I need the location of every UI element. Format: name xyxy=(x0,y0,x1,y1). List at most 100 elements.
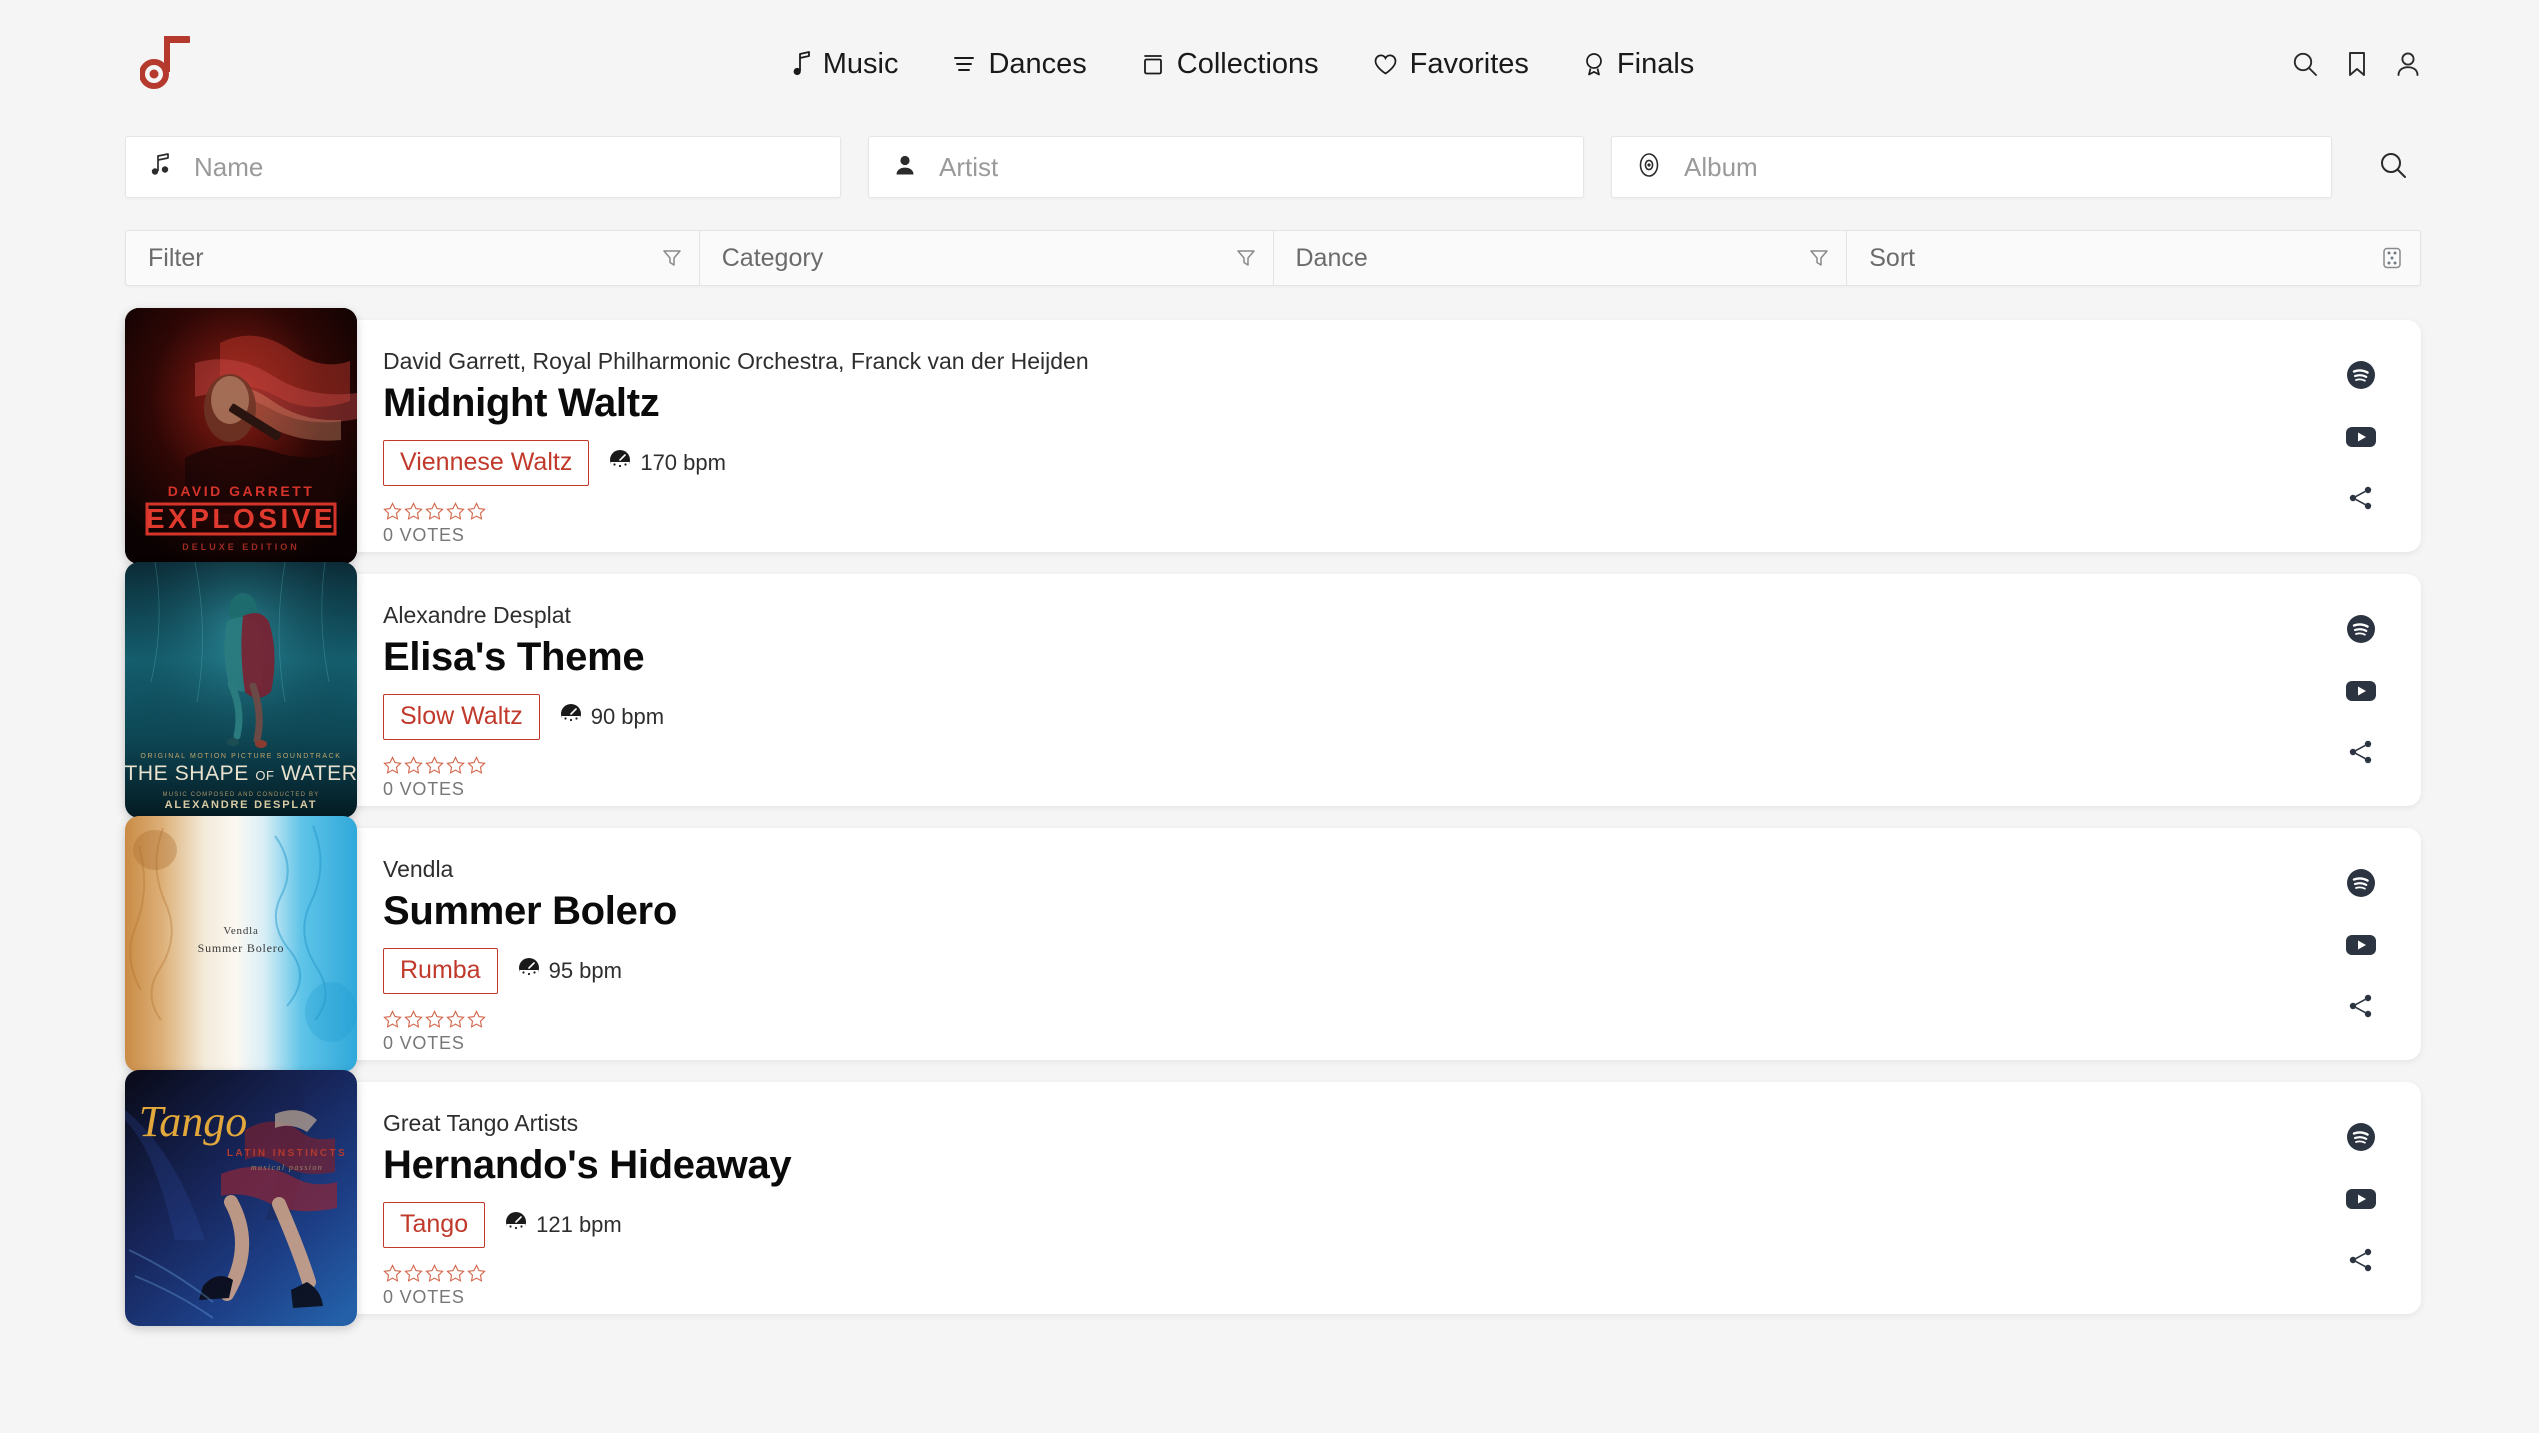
search-submit-button[interactable] xyxy=(2365,139,2421,195)
svg-text:LATIN INSTINCTS: LATIN INSTINCTS xyxy=(227,1148,347,1159)
star-icon[interactable] xyxy=(446,1009,465,1029)
dance-tag[interactable]: Slow Waltz xyxy=(383,694,540,740)
star-icon[interactable] xyxy=(467,501,486,521)
brand-logo[interactable] xyxy=(140,33,196,95)
svg-text:MUSIC COMPOSED AND CONDUCTED B: MUSIC COMPOSED AND CONDUCTED BY xyxy=(163,792,320,798)
star-icon[interactable] xyxy=(383,501,402,521)
album-art[interactable]: ORIGINAL MOTION PICTURE SOUNDTRACK THE S… xyxy=(125,562,357,818)
rating-stars[interactable] xyxy=(383,501,2301,521)
bookmark-icon[interactable] xyxy=(2345,50,2369,78)
bpm-value: 95 bpm xyxy=(548,957,622,983)
star-icon[interactable] xyxy=(425,1009,444,1029)
dance-tag[interactable]: Viennese Waltz xyxy=(383,440,590,486)
filter-dropdown-filter[interactable]: Filter xyxy=(126,231,700,285)
nav-item-finals[interactable]: Finals xyxy=(1583,49,1694,79)
funnel-icon[interactable] xyxy=(1808,247,1830,269)
card-actions xyxy=(2301,320,2421,552)
nav-item-collections[interactable]: Collections xyxy=(1141,47,1319,80)
header-actions xyxy=(2291,50,2421,78)
youtube-icon[interactable] xyxy=(2345,933,2377,957)
rating-stars[interactable] xyxy=(383,755,2301,775)
star-icon[interactable] xyxy=(425,1263,444,1283)
star-icon[interactable] xyxy=(404,755,423,775)
star-icon[interactable] xyxy=(404,501,423,521)
app-header: Music Dances Collections Favorites Final… xyxy=(0,0,2539,128)
star-icon[interactable] xyxy=(446,755,465,775)
name-search-field[interactable] xyxy=(125,136,841,198)
star-icon[interactable] xyxy=(383,1009,402,1029)
song-meta: Viennese Waltz 170 bpm xyxy=(383,440,2301,486)
funnel-icon[interactable] xyxy=(661,247,683,269)
search-input-artist[interactable] xyxy=(939,151,1559,183)
song-info: David Garrett, Royal Philharmonic Orches… xyxy=(383,320,2301,552)
song-artist: David Garrett, Royal Philharmonic Orches… xyxy=(383,348,1089,374)
search-icon[interactable] xyxy=(2291,50,2319,78)
share-icon[interactable] xyxy=(2347,1246,2375,1274)
spotify-icon[interactable] xyxy=(2346,1122,2376,1152)
star-icon[interactable] xyxy=(446,1263,465,1283)
spotify-icon[interactable] xyxy=(2346,360,2376,390)
user-icon[interactable] xyxy=(2395,50,2421,78)
album-art-tango: Tango LATIN INSTINCTS musical passion xyxy=(125,1070,357,1326)
share-icon[interactable] xyxy=(2347,738,2375,766)
music-note-icon xyxy=(793,51,811,77)
star-icon[interactable] xyxy=(404,1009,423,1029)
funnel-icon[interactable] xyxy=(1235,247,1257,269)
song-card[interactable]: DAVID GARRETT EXPLOSIVE DELUXE EDITION D… xyxy=(125,308,2421,564)
svg-text:DAVID GARRETT: DAVID GARRETT xyxy=(168,483,315,499)
artist-search-field[interactable] xyxy=(868,136,1584,198)
nav-item-dances[interactable]: Dances xyxy=(952,47,1087,80)
star-icon[interactable] xyxy=(467,755,486,775)
rating-stars[interactable] xyxy=(383,1009,2301,1029)
search-input-name[interactable] xyxy=(194,151,816,183)
nav-item-favorites[interactable]: Favorites xyxy=(1373,49,1529,79)
album-art[interactable]: Vendla Summer Bolero xyxy=(125,816,357,1072)
nav-label: Collections xyxy=(1176,47,1319,80)
star-icon[interactable] xyxy=(446,501,465,521)
svg-text:Vendla: Vendla xyxy=(223,925,258,937)
star-icon[interactable] xyxy=(467,1263,486,1283)
song-card[interactable]: Tango LATIN INSTINCTS musical passion Gr… xyxy=(125,1070,2421,1326)
dance-tag[interactable]: Tango xyxy=(383,1202,486,1248)
song-artist: Alexandre Desplat xyxy=(383,602,571,628)
rating-stars[interactable] xyxy=(383,1263,2301,1283)
spotify-icon[interactable] xyxy=(2346,614,2376,644)
search-input-album[interactable] xyxy=(1684,151,2307,183)
star-icon[interactable] xyxy=(404,1263,423,1283)
share-icon[interactable] xyxy=(2347,992,2375,1020)
nav-item-music[interactable]: Music xyxy=(793,49,898,79)
filter-dropdown-category[interactable]: Category xyxy=(700,231,1274,285)
star-icon[interactable] xyxy=(383,755,402,775)
star-icon[interactable] xyxy=(383,1263,402,1283)
album-art[interactable]: Tango LATIN INSTINCTS musical passion xyxy=(125,1070,357,1326)
youtube-icon[interactable] xyxy=(2345,425,2377,449)
share-icon[interactable] xyxy=(2347,484,2375,512)
dance-tag[interactable]: Rumba xyxy=(383,948,498,994)
song-meta: Rumba 95 bpm xyxy=(383,948,2301,994)
youtube-icon[interactable] xyxy=(2345,1187,2377,1211)
vote-count: 0 VOTES xyxy=(383,778,465,799)
album-art[interactable]: DAVID GARRETT EXPLOSIVE DELUXE EDITION xyxy=(125,308,357,564)
dice-icon[interactable] xyxy=(2380,246,2404,270)
filter-label: Dance xyxy=(1295,243,1368,272)
filter-dropdown-dance[interactable]: Dance xyxy=(1274,231,1848,285)
person-icon xyxy=(893,153,917,182)
song-card[interactable]: Vendla Summer Bolero Vendla Summer Boler… xyxy=(125,816,2421,1072)
filter-dropdown-sort[interactable]: Sort xyxy=(1847,231,2420,285)
star-icon[interactable] xyxy=(425,755,444,775)
star-icon[interactable] xyxy=(467,1009,486,1029)
spotify-icon[interactable] xyxy=(2346,868,2376,898)
bpm-display: 170 bpm xyxy=(609,449,726,477)
card-actions xyxy=(2301,574,2421,806)
metronome-gauge-icon xyxy=(560,703,582,731)
nav-label: Dances xyxy=(988,47,1087,80)
song-info: Alexandre Desplat Elisa's Theme Slow Wal… xyxy=(383,574,2301,806)
vote-count: 0 VOTES xyxy=(383,524,465,545)
card-actions xyxy=(2301,828,2421,1060)
star-icon[interactable] xyxy=(425,501,444,521)
youtube-icon[interactable] xyxy=(2345,679,2377,703)
album-search-field[interactable] xyxy=(1611,136,2332,198)
music-note-logo-icon xyxy=(140,36,190,89)
music-note-icon xyxy=(150,152,172,182)
song-card[interactable]: ORIGINAL MOTION PICTURE SOUNDTRACK THE S… xyxy=(125,562,2421,818)
